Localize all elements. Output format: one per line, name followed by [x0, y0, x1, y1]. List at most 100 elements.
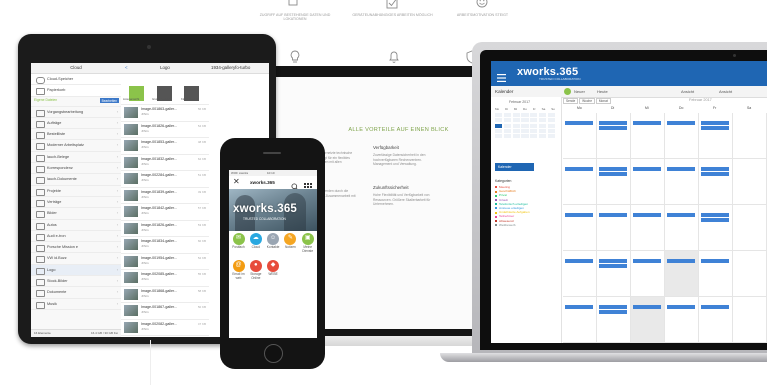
- file-row[interactable]: Image-001868-galler... JPEG 58 KB: [121, 287, 209, 303]
- phone-app-mail[interactable]: ✉ Postfach: [230, 233, 247, 250]
- calendar-day-cell[interactable]: [631, 297, 665, 343]
- mini-day-cell[interactable]: [495, 123, 503, 128]
- menu-icon[interactable]: [497, 69, 506, 82]
- calendar-event[interactable]: [633, 167, 661, 171]
- mini-day-cell[interactable]: [530, 123, 538, 128]
- calendar-day-cell[interactable]: [733, 159, 767, 205]
- phone-app-webe[interactable]: ◆ WEBE: [265, 260, 282, 277]
- phone-app-cloud[interactable]: ☁ Cloud: [247, 233, 264, 250]
- phone-app-email-web[interactable]: @ Email im web: [230, 260, 247, 280]
- file-row[interactable]: Image-001826-galler... JPEG 54 KB: [121, 122, 209, 138]
- mini-day-cell[interactable]: [547, 118, 555, 123]
- calendar-day-cell[interactable]: [631, 113, 665, 159]
- calendar-day-cell[interactable]: [563, 159, 597, 205]
- close-icon[interactable]: ✕: [233, 177, 240, 186]
- file-row[interactable]: Image-002082-galler... JPEG 47 KB: [121, 320, 209, 336]
- mini-day-cell[interactable]: [521, 123, 529, 128]
- calendar-event[interactable]: [701, 305, 729, 309]
- file-row[interactable]: Image-001853-galler... JPEG 48 KB: [121, 138, 209, 155]
- folder-item[interactable]: Autos ›: [31, 220, 121, 231]
- folder-item[interactable]: Verträge ›: [31, 197, 121, 209]
- calendar-event[interactable]: [633, 305, 661, 309]
- calendar-event[interactable]: [667, 121, 695, 125]
- category-item[interactable]: Wettbewerb: [495, 223, 555, 227]
- folder-item[interactable]: lauch-Belege ›: [31, 152, 121, 164]
- calendar-event[interactable]: [599, 121, 627, 125]
- file-row[interactable]: Image-001826-galler... JPEG 53 KB: [121, 221, 209, 237]
- mini-day-cell[interactable]: [503, 118, 512, 123]
- mini-day-cell[interactable]: [538, 113, 547, 117]
- file-row[interactable]: Image-001832-galler... JPEG 62 KB: [121, 155, 209, 171]
- calendar-day-cell[interactable]: [733, 251, 767, 297]
- file-row[interactable]: Image-001863-galler...JPEG56 KB: [121, 336, 209, 337]
- folder-item[interactable]: Stock-Bilder ›: [31, 276, 121, 288]
- calendar-day-cell[interactable]: [597, 113, 631, 159]
- calendar-event[interactable]: [565, 121, 593, 125]
- calendar-event[interactable]: [633, 213, 661, 217]
- calendar-event[interactable]: [565, 213, 593, 217]
- calendar-day-cell[interactable]: [699, 113, 733, 159]
- mini-day-cell[interactable]: [521, 128, 529, 133]
- file-row[interactable]: Image-001954-galler... JPEG 52 KB: [121, 254, 209, 270]
- trash-item[interactable]: Papierkorb: [31, 85, 121, 97]
- phone-home-button[interactable]: [264, 344, 283, 363]
- calendar-day-cell[interactable]: [665, 297, 699, 343]
- calendar-day-cell[interactable]: [665, 113, 699, 159]
- folder-item[interactable]: lauch-Dokumente ›: [31, 174, 121, 186]
- folder-item[interactable]: Porsche Mission e ›: [31, 242, 121, 254]
- calendar-event[interactable]: [701, 126, 729, 130]
- new-event-label[interactable]: Neuer: [574, 86, 585, 97]
- calendar-day-cell[interactable]: [631, 251, 665, 297]
- edit-button[interactable]: Bearbeiten: [99, 98, 119, 104]
- mini-day-cell[interactable]: [495, 113, 503, 117]
- folder-item[interactable]: Projekte ›: [31, 186, 121, 197]
- calendar-event[interactable]: [599, 259, 627, 263]
- calendar-event[interactable]: [701, 121, 729, 125]
- mini-day-cell[interactable]: [530, 118, 538, 123]
- phone-app-storage[interactable]: ● Storage Online: [247, 260, 264, 280]
- mini-day-cell[interactable]: [512, 134, 520, 139]
- calendar-event[interactable]: [599, 213, 627, 217]
- view-week-button[interactable]: Woche: [579, 98, 595, 104]
- calendar-event[interactable]: [599, 172, 627, 176]
- folder-item[interactable]: Bilder ›: [31, 208, 121, 220]
- folder-item[interactable]: Dokumente ›: [31, 287, 121, 299]
- calendar-day-cell[interactable]: [563, 205, 597, 251]
- calendar-day-cell[interactable]: [597, 205, 631, 251]
- mini-day-cell[interactable]: [512, 113, 520, 117]
- mini-day-cell[interactable]: [495, 128, 503, 133]
- cloud-storage-item[interactable]: Cloud-Speicher: [31, 74, 121, 86]
- calendar-event[interactable]: [667, 259, 695, 263]
- calendar-event[interactable]: [565, 167, 593, 171]
- calendar-day-cell[interactable]: [733, 297, 767, 343]
- mini-day-cell[interactable]: [503, 123, 512, 128]
- calendar-day-cell[interactable]: [597, 297, 631, 343]
- view-month-button[interactable]: Monat: [595, 98, 611, 104]
- folder-item[interactable]: Aufträge ›: [31, 118, 121, 130]
- calendar-event[interactable]: [667, 213, 695, 217]
- view-button-2[interactable]: Ansicht: [719, 86, 732, 97]
- calendar-event[interactable]: [633, 121, 661, 125]
- calendar-day-cell[interactable]: [631, 205, 665, 251]
- mini-day-cell[interactable]: [503, 128, 512, 133]
- mini-day-cell[interactable]: [538, 134, 547, 139]
- mini-day-cell[interactable]: [521, 113, 529, 117]
- folder-item[interactable]: Moderner Arbeitsplatz ›: [31, 140, 121, 152]
- mini-day-cell[interactable]: [512, 123, 520, 128]
- calendar-event[interactable]: [599, 305, 627, 309]
- calendar-event[interactable]: [701, 172, 729, 176]
- phone-app-services[interactable]: ▣ Meine Dienste: [299, 233, 316, 253]
- file-row[interactable]: Image-002085-galler... JPEG 55 KB: [121, 270, 209, 287]
- mini-day-cell[interactable]: [547, 128, 555, 133]
- mini-day-cell[interactable]: [530, 134, 538, 139]
- mini-day-cell[interactable]: [521, 134, 529, 139]
- calendar-event[interactable]: [565, 259, 593, 263]
- phone-app-notes[interactable]: ✎ Notizen: [282, 233, 299, 250]
- folder-item[interactable]: Audi e-tron ›: [31, 231, 121, 243]
- calendar-day-cell[interactable]: [699, 159, 733, 205]
- calendar-event[interactable]: [599, 167, 627, 171]
- phone-app-contacts[interactable]: ☺ Kontakte: [265, 233, 282, 250]
- mini-day-cell[interactable]: [512, 128, 520, 133]
- today-button[interactable]: Heute: [597, 86, 608, 97]
- calendar-day-cell[interactable]: [665, 251, 699, 297]
